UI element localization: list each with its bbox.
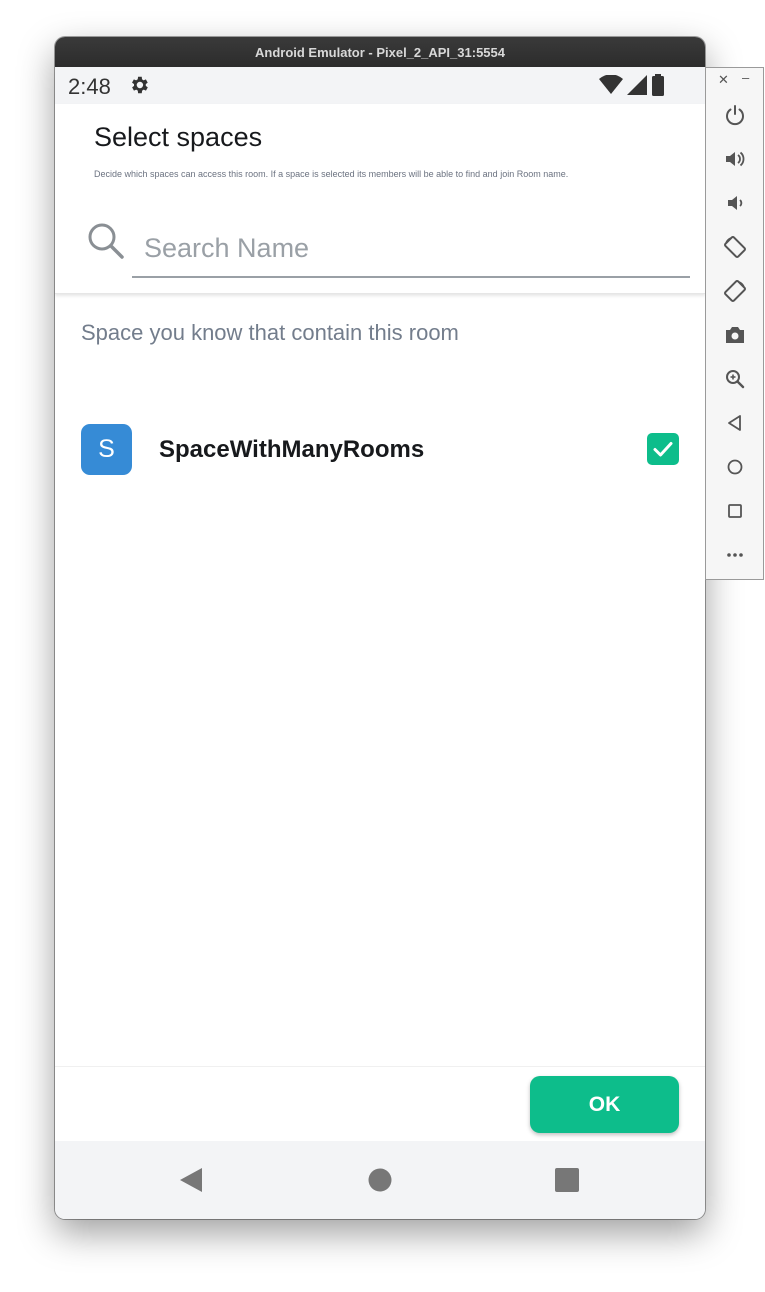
- status-time: 2:48: [68, 74, 111, 99]
- space-avatar: S: [81, 424, 132, 475]
- power-icon[interactable]: [722, 102, 748, 128]
- back-icon[interactable]: [178, 1167, 204, 1193]
- recents-icon[interactable]: [554, 1167, 580, 1193]
- close-icon[interactable]: ✕: [718, 72, 729, 88]
- status-icons: [599, 73, 665, 97]
- window-title-bar: Android Emulator - Pixel_2_API_31:5554: [55, 37, 705, 67]
- side-toolbar-header: ✕ –: [706, 70, 765, 92]
- battery-icon: [652, 74, 664, 96]
- settings-gear-icon: [132, 76, 148, 94]
- space-list-item[interactable]: S SpaceWithManyRooms: [55, 409, 705, 475]
- ok-button[interactable]: OK: [530, 1076, 679, 1133]
- select-spaces-screen: Select spaces Decide which spaces can ac…: [55, 104, 705, 1142]
- emulator-side-toolbar: ✕ –: [705, 67, 764, 580]
- home-icon[interactable]: [367, 1167, 393, 1193]
- rotate-left-icon[interactable]: [722, 234, 748, 260]
- wifi-icon: [599, 75, 623, 94]
- overview-icon[interactable]: [722, 498, 748, 524]
- status-bar: 2:48: [55, 67, 705, 104]
- rotate-right-icon[interactable]: [722, 278, 748, 304]
- page-description: Decide which spaces can access this room…: [94, 169, 569, 179]
- volume-down-icon[interactable]: [722, 190, 748, 216]
- space-checkbox[interactable]: [647, 433, 679, 465]
- minimize-icon[interactable]: –: [742, 70, 749, 85]
- header-area: Select spaces Decide which spaces can ac…: [55, 104, 705, 294]
- space-name: SpaceWithManyRooms: [159, 436, 425, 463]
- zoom-icon[interactable]: [722, 366, 748, 392]
- search-input[interactable]: [132, 220, 690, 278]
- home-icon[interactable]: [722, 454, 748, 480]
- signal-icon: [627, 75, 647, 95]
- page-title: Select spaces: [94, 122, 263, 152]
- volume-up-icon[interactable]: [722, 146, 748, 172]
- checkmark-icon: [653, 442, 673, 457]
- back-icon[interactable]: [722, 410, 748, 436]
- android-nav-bar: [55, 1141, 705, 1219]
- more-icon[interactable]: [722, 542, 748, 568]
- bottom-action-bar: OK: [55, 1066, 705, 1142]
- search-icon: [88, 223, 124, 259]
- window-title: Android Emulator - Pixel_2_API_31:5554: [255, 44, 505, 60]
- camera-icon[interactable]: [722, 322, 748, 348]
- emulator-window: Android Emulator - Pixel_2_API_31:5554 2…: [55, 37, 705, 1219]
- section-label: Space you know that contain this room: [81, 320, 459, 345]
